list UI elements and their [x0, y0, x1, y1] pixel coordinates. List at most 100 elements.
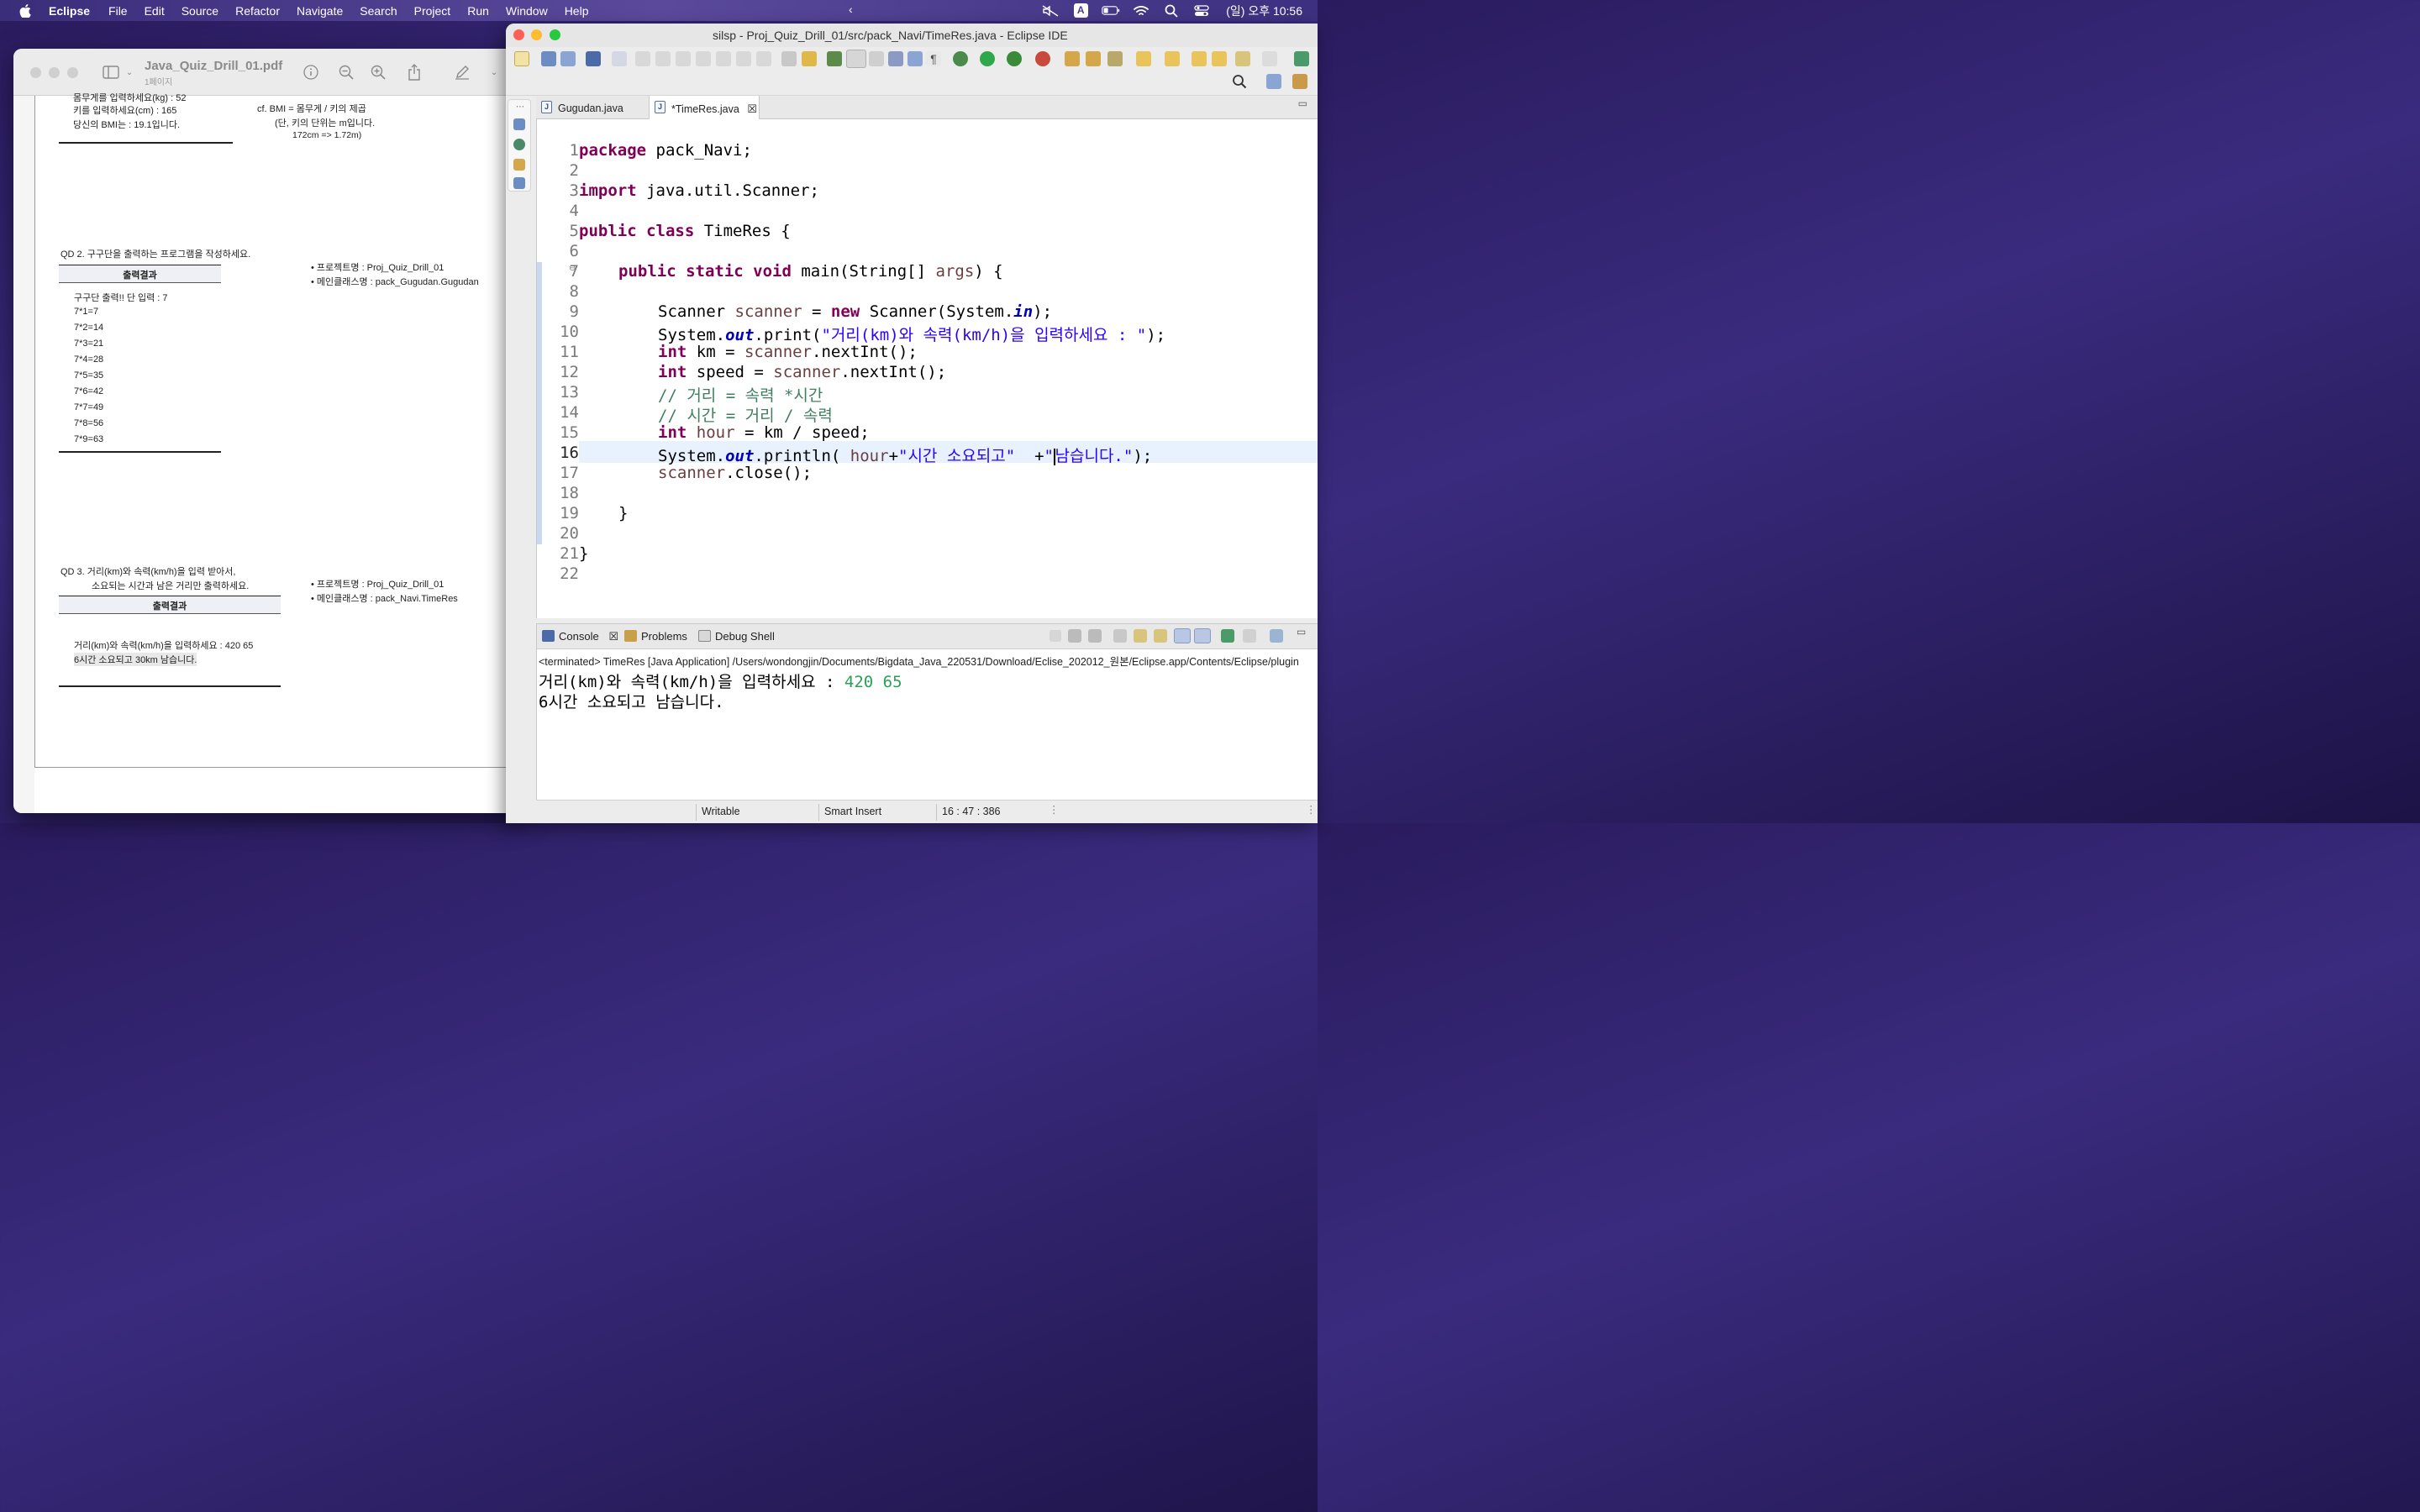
clear-console-icon[interactable]: [1113, 629, 1127, 643]
menu-run[interactable]: Run: [467, 4, 489, 18]
new-icon[interactable]: [514, 51, 529, 66]
close-window-button[interactable]: [30, 67, 41, 78]
external-tools-icon[interactable]: [1035, 51, 1050, 66]
menu-edit[interactable]: Edit: [145, 4, 165, 18]
scroll-lock-icon[interactable]: [1134, 629, 1147, 643]
menu-search[interactable]: Search: [360, 4, 397, 18]
previous-annotation-icon[interactable]: [1165, 51, 1180, 66]
save-icon[interactable]: [541, 51, 556, 66]
menu-navigate[interactable]: Navigate: [297, 4, 343, 18]
close-tab-icon[interactable]: ☒: [747, 102, 757, 115]
use-step-filters-icon[interactable]: [802, 51, 817, 66]
mark-occurrences-icon[interactable]: [846, 50, 866, 68]
word-wrap-icon[interactable]: [1154, 629, 1167, 643]
suspend-icon[interactable]: [655, 51, 671, 66]
share-icon[interactable]: [406, 64, 423, 81]
minimize-editor-icon[interactable]: ▭: [1298, 97, 1307, 109]
debug-icon[interactable]: [953, 51, 968, 66]
close-window-button[interactable]: [513, 29, 524, 40]
open-console-icon[interactable]: [1270, 629, 1283, 643]
coverage-icon[interactable]: [1007, 51, 1022, 66]
menubar-clock[interactable]: (일) 오후 10:56: [1226, 3, 1302, 19]
open-console-icon[interactable]: [586, 51, 601, 66]
drop-to-frame-icon[interactable]: [781, 51, 797, 66]
java-editor-icon[interactable]: [908, 51, 923, 66]
minimize-window-button[interactable]: [49, 67, 60, 78]
forward-icon[interactable]: [1262, 51, 1277, 66]
perspective-debug-icon[interactable]: [1292, 74, 1307, 89]
menu-file[interactable]: File: [108, 4, 128, 18]
show-console-stdout-icon[interactable]: [1174, 628, 1191, 643]
app-menu-eclipse[interactable]: Eclipse: [49, 4, 90, 18]
show-console-stderr-icon[interactable]: [1194, 628, 1211, 643]
pilcrow-icon[interactable]: ¶: [926, 51, 941, 66]
remove-launch-icon[interactable]: [1068, 629, 1081, 643]
perspective-java-icon[interactable]: [1266, 74, 1281, 89]
last-edit-location-icon[interactable]: [1192, 51, 1207, 66]
info-icon[interactable]: [302, 64, 319, 81]
control-center-icon[interactable]: [1192, 4, 1211, 18]
variables-icon[interactable]: [513, 177, 525, 189]
show-whitespace-icon[interactable]: [888, 51, 903, 66]
menu-refactor[interactable]: Refactor: [235, 4, 280, 18]
tab-debug-shell[interactable]: Debug Shell: [698, 630, 775, 643]
menu-help[interactable]: Help: [565, 4, 589, 18]
battery-icon[interactable]: [1102, 4, 1120, 18]
next-annotation-icon[interactable]: [1136, 51, 1151, 66]
resume-icon[interactable]: [635, 51, 650, 66]
minimize-view-icon[interactable]: ▭: [1297, 626, 1306, 638]
zoom-window-button[interactable]: [67, 67, 78, 78]
save-all-icon[interactable]: [560, 51, 576, 66]
outline-icon[interactable]: [513, 159, 525, 171]
tab-timeres-java[interactable]: J *TimeRes.java ☒: [649, 96, 760, 119]
tab-gugudan-java[interactable]: J Gugudan.java: [536, 96, 647, 119]
step-into-icon[interactable]: [716, 51, 731, 66]
menu-window[interactable]: Window: [506, 4, 548, 18]
step-return-icon[interactable]: [756, 51, 771, 66]
new-package-icon[interactable]: [1086, 51, 1101, 66]
zoom-in-icon[interactable]: [370, 64, 387, 81]
wifi-icon[interactable]: [1132, 4, 1150, 18]
apple-icon[interactable]: [17, 3, 34, 19]
zoom-out-icon[interactable]: [338, 64, 355, 81]
disconnect-icon[interactable]: [696, 51, 711, 66]
markup-pen-icon[interactable]: [454, 64, 471, 81]
pin-console-icon[interactable]: [1221, 629, 1234, 643]
status-trim-handle-icon[interactable]: ⋮: [1306, 803, 1317, 816]
spotlight-search-icon[interactable]: [1162, 4, 1181, 18]
input-source-icon[interactable]: A: [1071, 3, 1090, 18]
package-explorer-icon[interactable]: [513, 118, 525, 130]
tab-problems[interactable]: Problems: [624, 630, 687, 643]
toggle-breadcrumb-icon[interactable]: [827, 51, 842, 66]
zoom-window-button[interactable]: [550, 29, 560, 40]
close-tab-icon[interactable]: ☒: [608, 630, 618, 643]
terminate-icon[interactable]: [676, 51, 691, 66]
menu-project[interactable]: Project: [414, 4, 451, 18]
status-cursor-position[interactable]: 16 : 47 : 386: [942, 806, 1001, 817]
tab-console[interactable]: Console ☒: [542, 630, 618, 643]
sidebar-toggle-icon[interactable]: [103, 64, 119, 81]
block-selection-icon[interactable]: [869, 51, 884, 66]
chevron-left-icon[interactable]: ‹: [849, 3, 853, 16]
skip-breakpoints-icon[interactable]: [612, 51, 627, 66]
restore-icon[interactable]: ⋯: [516, 102, 524, 112]
mute-icon[interactable]: [1041, 4, 1060, 18]
step-over-icon[interactable]: [736, 51, 751, 66]
new-java-project-icon[interactable]: [1065, 51, 1080, 66]
minimize-window-button[interactable]: [531, 29, 542, 40]
status-trim-handle-icon[interactable]: ⋮: [1049, 803, 1060, 816]
debug-view-icon[interactable]: [513, 139, 525, 150]
terminate-icon[interactable]: [1050, 630, 1061, 642]
back-icon[interactable]: [1212, 51, 1227, 66]
markup-chevron-icon[interactable]: ⌄: [486, 64, 502, 81]
fold-collapse-icon[interactable]: ⊖: [569, 264, 576, 273]
open-perspective-icon[interactable]: [1294, 51, 1309, 66]
menu-source[interactable]: Source: [182, 4, 218, 18]
search-icon[interactable]: [1232, 74, 1247, 89]
remove-all-terminated-icon[interactable]: [1088, 629, 1102, 643]
status-insert-mode[interactable]: Smart Insert: [824, 806, 881, 817]
back-dropdown-icon[interactable]: [1235, 51, 1250, 66]
open-type-icon[interactable]: [1107, 51, 1123, 66]
display-selected-console-icon[interactable]: [1243, 629, 1256, 643]
chevron-down-icon[interactable]: ⌄: [121, 64, 138, 81]
